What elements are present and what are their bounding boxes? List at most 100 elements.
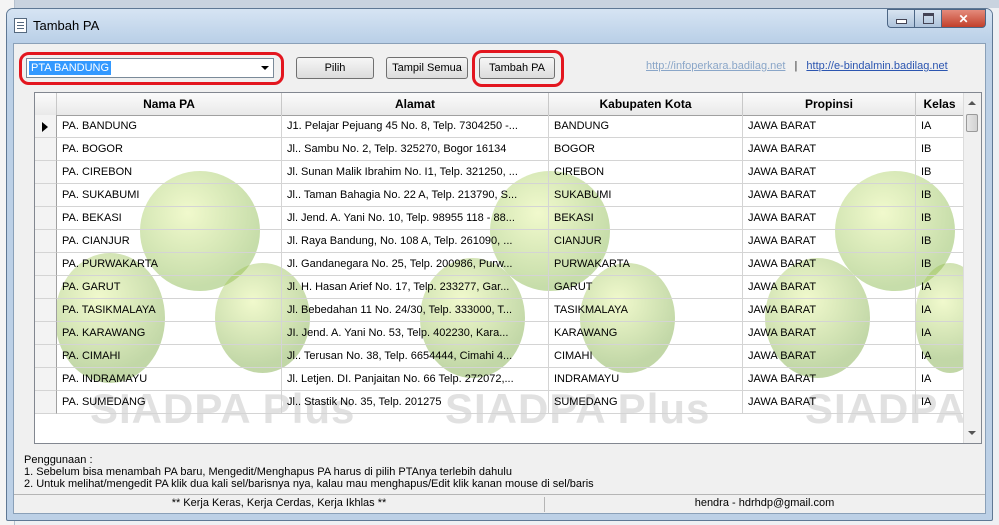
table-row[interactable]: PA. INDRAMAYU Jl. Letjen. DI. Panjaitan N… [35,368,964,391]
cell-kabupaten[interactable]: BANDUNG [549,115,743,138]
table-row[interactable]: PA. TASIKMALAYA Jl. Bebedahan 11 No. 24/3… [35,299,964,322]
row-selector[interactable] [35,345,57,368]
cell-kelas[interactable]: IA [916,115,964,138]
cell-kelas[interactable]: IA [916,368,964,391]
cell-kelas[interactable]: IA [916,322,964,345]
minimize-button[interactable] [887,9,914,28]
cell-kabupaten[interactable]: CIANJUR [549,230,743,253]
table-row[interactable]: PA. SUKABUMI Jl.. Taman Bahagia No. 22 A,… [35,184,964,207]
row-selector[interactable] [35,230,57,253]
cell-nama[interactable]: PA. PURWAKARTA [57,253,282,276]
cell-alamat[interactable]: Jl.. Taman Bahagia No. 22 A, Telp. 21379… [282,184,549,207]
cell-propinsi[interactable]: JAWA BARAT [743,276,916,299]
cell-kelas[interactable]: IB [916,207,964,230]
pilih-button[interactable]: Pilih [296,57,374,79]
cell-nama[interactable]: PA. CIMAHI [57,345,282,368]
cell-kelas[interactable]: IB [916,161,964,184]
cell-nama[interactable]: PA. TASIKMALAYA [57,299,282,322]
table-row[interactable]: PA. BANDUNG J1. Pelajar Pejuang 45 No. 8,… [35,115,964,138]
column-header-kabupaten[interactable]: Kabupaten Kota [549,93,743,115]
cell-propinsi[interactable]: JAWA BARAT [743,184,916,207]
cell-nama[interactable]: PA. INDRAMAYU [57,368,282,391]
table-row[interactable]: PA. CIREBON Jl. Sunan Malik Ibrahim No. I… [35,161,964,184]
cell-alamat[interactable]: J1. Pelajar Pejuang 45 No. 8, Telp. 7304… [282,115,549,138]
cell-propinsi[interactable]: JAWA BARAT [743,345,916,368]
table-row[interactable]: PA. PURWAKARTA Jl. Gandanegara No. 25, Te… [35,253,964,276]
row-selector[interactable] [35,368,57,391]
cell-propinsi[interactable]: JAWA BARAT [743,299,916,322]
cell-alamat[interactable]: Jl.. Terusan No. 38, Telp. 6654444, Cima… [282,345,549,368]
cell-kabupaten[interactable]: CIMAHI [549,345,743,368]
cell-kelas[interactable]: IB [916,230,964,253]
cell-propinsi[interactable]: JAWA BARAT [743,207,916,230]
cell-propinsi[interactable]: JAWA BARAT [743,253,916,276]
cell-kabupaten[interactable]: INDRAMAYU [549,368,743,391]
cell-propinsi[interactable]: JAWA BARAT [743,138,916,161]
row-selector[interactable] [35,299,57,322]
row-selector[interactable] [35,138,57,161]
cell-alamat[interactable]: Jl. Letjen. DI. Panjaitan No. 66 Telp. 2… [282,368,549,391]
column-header-nama[interactable]: Nama PA [57,93,282,115]
row-selector[interactable] [35,253,57,276]
cell-kelas[interactable]: IA [916,276,964,299]
row-selector[interactable] [35,161,57,184]
cell-kabupaten[interactable]: SUKABUMI [549,184,743,207]
cell-nama[interactable]: PA. BANDUNG [57,115,282,138]
row-selector[interactable] [35,184,57,207]
table-row[interactable]: PA. CIANJUR Jl. Raya Bandung, No. 108 A, … [35,230,964,253]
row-selector[interactable] [35,276,57,299]
cell-kelas[interactable]: IB [916,253,964,276]
title-bar[interactable]: Tambah PA ✕ [7,9,992,43]
cell-nama[interactable]: PA. SUMEDANG [57,391,282,414]
cell-kelas[interactable]: IA [916,345,964,368]
bindalmin-link[interactable]: http://e-bindalmin.badilag.net [806,60,947,72]
table-row[interactable]: PA. KARAWANG JI. Jend. A. Yani No. 53, Te… [35,322,964,345]
close-button[interactable]: ✕ [941,9,986,28]
table-row[interactable]: PA. BEKASI Jl. Jend. A. Yani No. 10, Telp… [35,207,964,230]
row-selector[interactable] [35,391,57,414]
column-header-alamat[interactable]: Alamat [282,93,549,115]
cell-kelas[interactable]: IB [916,138,964,161]
table-row[interactable]: PA. CIMAHI Jl.. Terusan No. 38, Telp. 665… [35,345,964,368]
cell-alamat[interactable]: Jl. Jend. A. Yani No. 10, Telp. 98955 11… [282,207,549,230]
cell-propinsi[interactable]: JAWA BARAT [743,230,916,253]
cell-propinsi[interactable]: JAWA BARAT [743,161,916,184]
cell-nama[interactable]: PA. KARAWANG [57,322,282,345]
cell-kabupaten[interactable]: BEKASI [549,207,743,230]
vertical-scrollbar[interactable] [963,93,981,443]
cell-nama[interactable]: PA. SUKABUMI [57,184,282,207]
table-row[interactable]: PA. SUMEDANG Jl.. Stastik No. 35, Telp. 2… [35,391,964,414]
cell-nama[interactable]: PA. CIREBON [57,161,282,184]
cell-kelas[interactable]: IA [916,299,964,322]
scroll-thumb[interactable] [966,114,978,132]
cell-propinsi[interactable]: JAWA BARAT [743,115,916,138]
column-header-propinsi[interactable]: Propinsi [743,93,916,115]
cell-alamat[interactable]: Jl. Sunan Malik Ibrahim No. I1, Telp. 32… [282,161,549,184]
pa-data-grid[interactable]: SIADPA Plus SIADPA Plus SIADPA Nama PA A… [34,92,982,444]
cell-kabupaten[interactable]: PURWAKARTA [549,253,743,276]
cell-kabupaten[interactable]: GARUT [549,276,743,299]
table-row[interactable]: PA. GARUT Jl. H. Hasan Arief No. 17, Telp… [35,276,964,299]
cell-kabupaten[interactable]: CIREBON [549,161,743,184]
cell-alamat[interactable]: Jl. Gandanegara No. 25, Telp. 200986, Pu… [282,253,549,276]
scroll-up-icon[interactable] [968,101,976,105]
cell-alamat[interactable]: Jl. Bebedahan 11 No. 24/30, Telp. 333000… [282,299,549,322]
table-row[interactable]: PA. BOGOR Jl.. Sambu No. 2, Telp. 325270,… [35,138,964,161]
cell-nama[interactable]: PA. GARUT [57,276,282,299]
scroll-down-icon[interactable] [968,431,976,435]
cell-kelas[interactable]: IA [916,391,964,414]
cell-alamat[interactable]: Jl.. Sambu No. 2, Telp. 325270, Bogor 16… [282,138,549,161]
cell-nama[interactable]: PA. BOGOR [57,138,282,161]
cell-kelas[interactable]: IB [916,184,964,207]
current-row-indicator[interactable] [35,115,57,138]
cell-alamat[interactable]: Jl.. Stastik No. 35, Telp. 201275 [282,391,549,414]
cell-nama[interactable]: PA. BEKASI [57,207,282,230]
cell-kabupaten[interactable]: KARAWANG [549,322,743,345]
cell-propinsi[interactable]: JAWA BARAT [743,368,916,391]
maximize-button[interactable] [914,9,941,28]
cell-propinsi[interactable]: JAWA BARAT [743,322,916,345]
cell-nama[interactable]: PA. CIANJUR [57,230,282,253]
row-selector[interactable] [35,207,57,230]
row-selector[interactable] [35,322,57,345]
cell-alamat[interactable]: Jl. Raya Bandung, No. 108 A, Telp. 26109… [282,230,549,253]
